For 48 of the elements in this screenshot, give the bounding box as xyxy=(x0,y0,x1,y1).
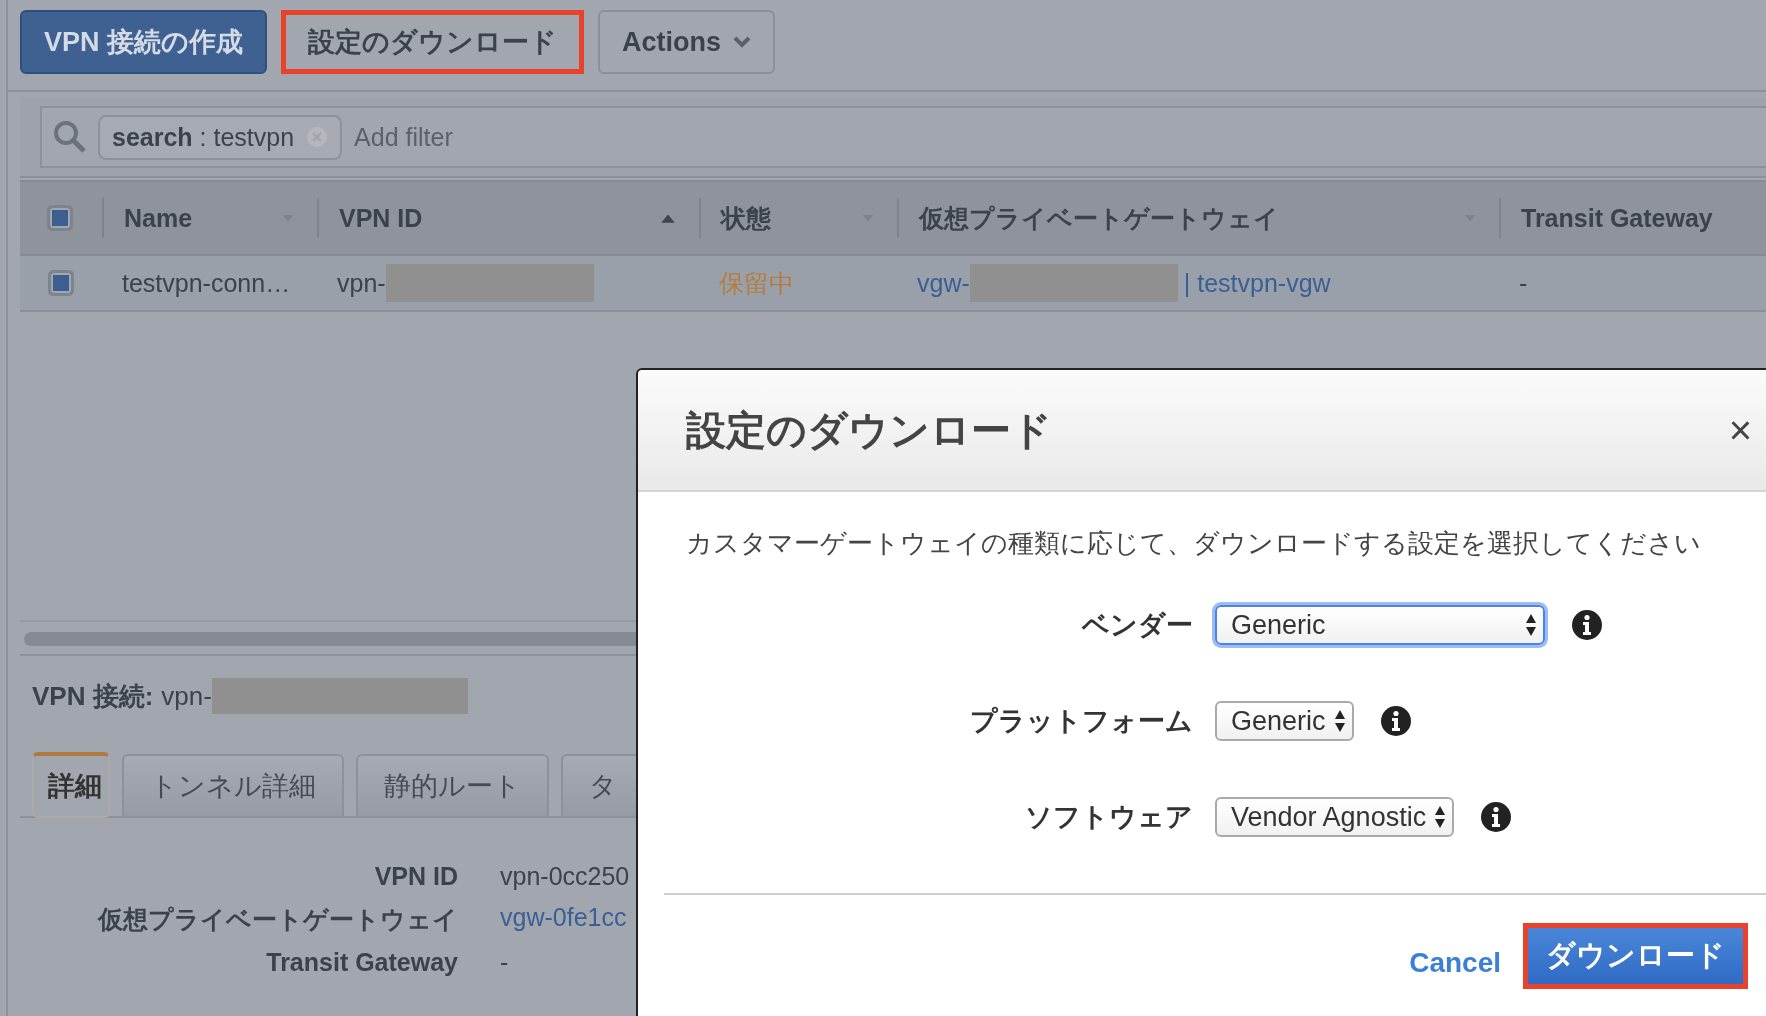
status-text: 保留中 xyxy=(719,267,794,299)
close-button[interactable]: × xyxy=(1728,407,1752,453)
table-link[interactable]: | testvpn-vgw xyxy=(1183,268,1331,298)
search-icon xyxy=(52,119,88,155)
download-button[interactable]: ダウンロード xyxy=(1523,923,1748,989)
detail-value: - xyxy=(500,948,509,977)
table-link[interactable]: vgw- xyxy=(917,268,970,298)
column-header[interactable]: Name xyxy=(124,203,193,233)
table-cell: vpn- xyxy=(337,268,386,298)
select-all-checkbox[interactable] xyxy=(47,205,73,231)
detail-title: VPN 接続: vpn- xyxy=(32,679,212,713)
updown-arrows-icon xyxy=(1333,708,1346,734)
info-icon[interactable] xyxy=(1571,609,1603,641)
tab[interactable]: 詳細 xyxy=(32,752,110,818)
dialog-title: 設定のダウンロード xyxy=(686,406,1052,454)
updown-arrows-icon xyxy=(1525,612,1537,638)
select-dropdown[interactable]: Generic xyxy=(1215,701,1354,741)
info-icon[interactable] xyxy=(1379,705,1412,737)
row-checkbox[interactable] xyxy=(48,270,74,296)
table-cell: testvpn-conn… xyxy=(122,268,291,298)
column-header[interactable]: Transit Gateway xyxy=(1521,203,1713,233)
toolbar-button[interactable]: VPN 接続の作成 xyxy=(20,10,268,74)
field-label: ベンダー xyxy=(1080,609,1193,642)
detail-label: VPN ID xyxy=(374,862,458,891)
filter-chip-label: search : testvpn xyxy=(112,122,295,152)
tab[interactable]: 静的ルート xyxy=(356,754,549,816)
updown-arrows-icon xyxy=(1434,804,1447,830)
filter-chip[interactable]: search : testvpn xyxy=(98,114,343,160)
dialog-description: カスタマーゲートウェイの種類に応じて、ダウンロードする設定を選択してください xyxy=(686,527,1702,560)
field-label: プラットフォーム xyxy=(969,705,1193,738)
field-label: ソフトウェア xyxy=(1024,801,1193,834)
tab[interactable]: トンネル詳細 xyxy=(122,754,344,816)
actions-menu-button[interactable]: Actions xyxy=(598,10,776,74)
toolbar-button[interactable]: 設定のダウンロード xyxy=(281,10,585,74)
column-header[interactable]: VPN ID xyxy=(339,203,423,233)
detail-value: vpn-0cc250 xyxy=(500,862,630,891)
info-icon[interactable] xyxy=(1480,801,1513,833)
table-cell: - xyxy=(1519,268,1528,298)
cancel-button[interactable]: Cancel xyxy=(1409,947,1501,979)
filter-input[interactable]: Add filter xyxy=(352,121,757,153)
select-dropdown[interactable]: Generic xyxy=(1215,605,1545,645)
select-dropdown[interactable]: Vendor Agnostic xyxy=(1215,797,1455,837)
column-header[interactable]: 状態 xyxy=(721,201,771,235)
detail-link[interactable]: vgw-0fe1cc xyxy=(500,903,627,936)
column-header[interactable]: 仮想プライベートゲートウェイ xyxy=(919,201,1279,235)
detail-label: Transit Gateway xyxy=(266,948,458,977)
chevron-down-icon xyxy=(733,36,752,48)
detail-label: 仮想プライベートゲートウェイ xyxy=(98,904,458,935)
